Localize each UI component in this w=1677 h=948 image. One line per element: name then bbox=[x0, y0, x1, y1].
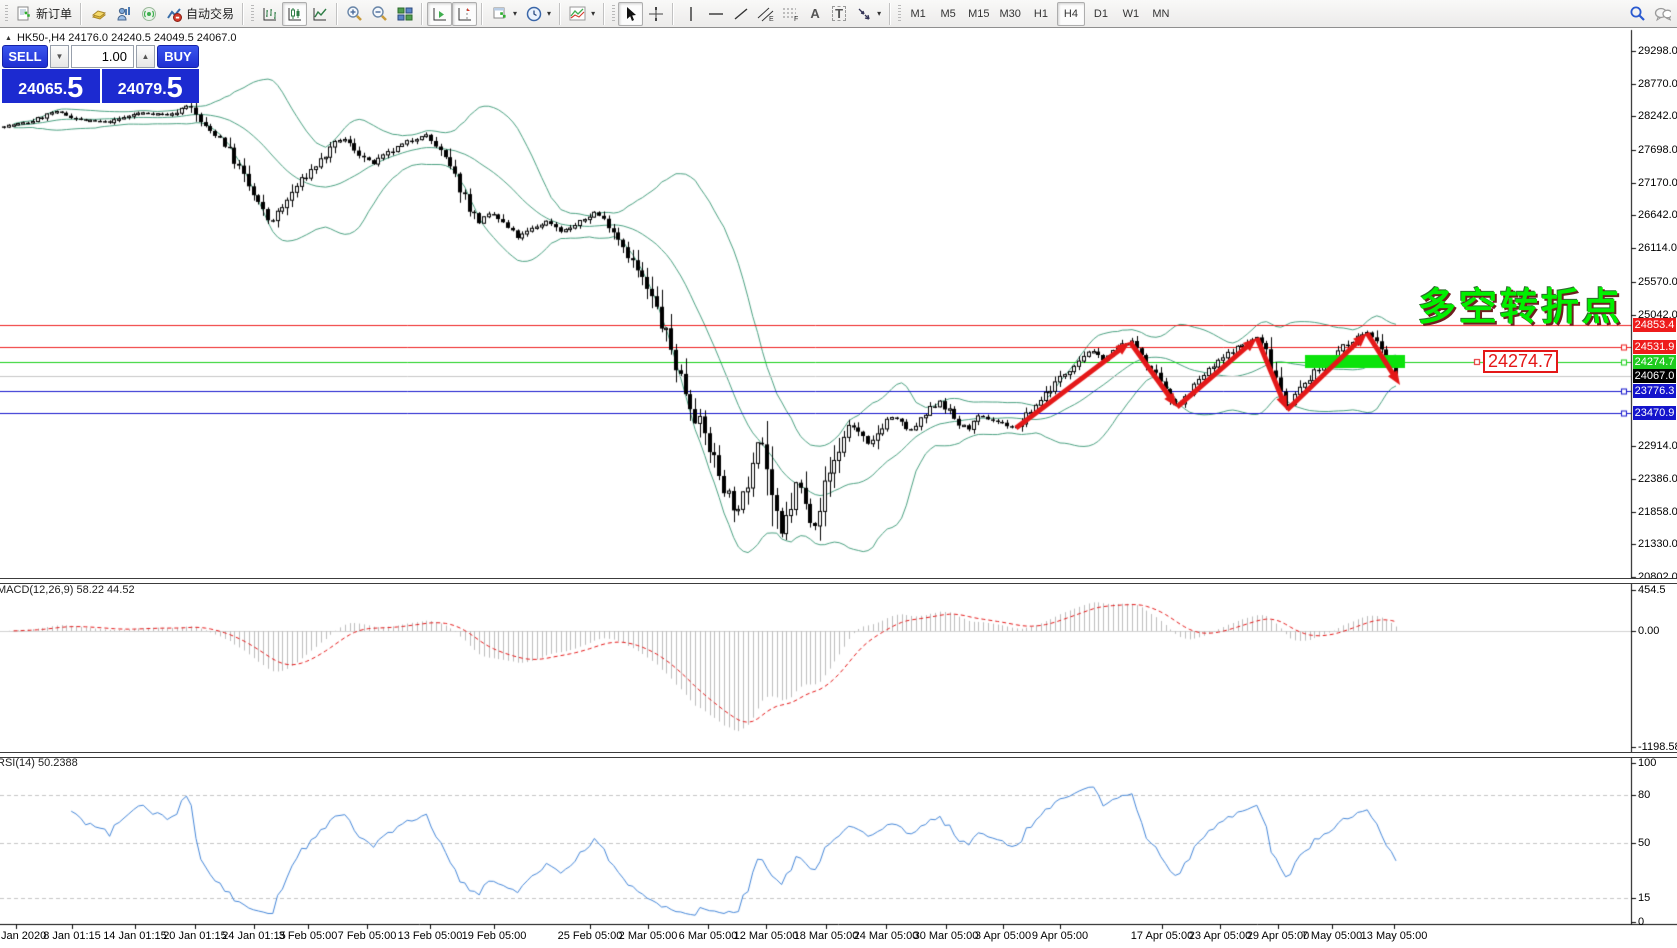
market-watch-button[interactable] bbox=[111, 2, 136, 26]
equidistant-channel-button[interactable]: E bbox=[753, 2, 778, 26]
candlestick-chart-icon bbox=[286, 5, 303, 22]
indicators-button[interactable]: ▾ bbox=[565, 2, 599, 26]
timeframe-h1[interactable]: H1 bbox=[1027, 2, 1055, 26]
volume-down-button[interactable]: ▼ bbox=[50, 45, 69, 68]
autotrading-icon bbox=[165, 5, 182, 22]
period-button[interactable]: ▾ bbox=[521, 2, 555, 26]
timeframe-toolbar: M1 M5 M15 M30 H1 H4 D1 W1 MN bbox=[904, 1, 1175, 26]
time-axis[interactable] bbox=[0, 925, 1677, 948]
autotrading-button[interactable]: 自动交易 bbox=[161, 2, 238, 26]
buy-button[interactable]: BUY bbox=[157, 45, 199, 68]
chevron-down-icon: ▾ bbox=[591, 9, 596, 18]
volume-up-button[interactable]: ▲ bbox=[136, 45, 155, 68]
zoom-out-icon bbox=[371, 5, 388, 22]
signals-button[interactable] bbox=[136, 2, 161, 26]
trading-platform-window: 新订单 自动交易 ▾ ▾ ▾ E F A T ▾ M1 M5 M15 M30 H… bbox=[0, 0, 1677, 948]
equidistant-channel-icon: E bbox=[757, 5, 774, 22]
signals-icon bbox=[140, 5, 157, 22]
tile-windows-button[interactable] bbox=[392, 2, 417, 26]
new-order-icon bbox=[15, 5, 32, 22]
search-button[interactable] bbox=[1625, 2, 1650, 26]
new-order-label: 新订单 bbox=[36, 7, 73, 21]
bar-chart-button[interactable] bbox=[257, 2, 282, 26]
svg-text:E: E bbox=[769, 16, 774, 22]
sell-price[interactable]: 24065. 5 bbox=[2, 69, 100, 103]
cursor-icon bbox=[622, 5, 639, 22]
text-icon: A bbox=[810, 6, 820, 21]
zoom-in-button[interactable] bbox=[342, 2, 367, 26]
zoom-out-button[interactable] bbox=[367, 2, 392, 26]
crosshair-button[interactable] bbox=[643, 2, 668, 26]
market-watch-icon bbox=[115, 5, 132, 22]
timeframe-w1[interactable]: W1 bbox=[1117, 2, 1145, 26]
new-chart-icon bbox=[491, 5, 508, 22]
timeframe-m15[interactable]: M15 bbox=[964, 2, 993, 26]
fibonacci-icon: F bbox=[782, 5, 799, 22]
trendline-icon bbox=[732, 5, 749, 22]
chat-icon bbox=[1654, 5, 1671, 22]
sell-price-frac: 5 bbox=[67, 72, 84, 104]
chart-canvas[interactable] bbox=[0, 0, 1677, 948]
buy-price-int: 24079 bbox=[117, 81, 163, 98]
timeframe-m30[interactable]: M30 bbox=[996, 2, 1025, 26]
cursor-button[interactable] bbox=[618, 1, 644, 26]
chevron-down-icon: ▾ bbox=[877, 9, 882, 18]
svg-text:F: F bbox=[794, 16, 798, 22]
vertical-line-icon bbox=[682, 5, 699, 22]
timeframe-d1[interactable]: D1 bbox=[1087, 2, 1115, 26]
chevron-down-icon: ▾ bbox=[513, 9, 518, 18]
line-chart-icon bbox=[311, 5, 328, 22]
timeframe-mn[interactable]: MN bbox=[1147, 2, 1175, 26]
sell-price-int: 24065 bbox=[18, 81, 63, 98]
search-icon bbox=[1629, 5, 1646, 22]
toolbar-grip[interactable] bbox=[5, 4, 8, 23]
arrow-tools-icon bbox=[855, 5, 872, 22]
candlestick-chart-button[interactable] bbox=[282, 1, 308, 26]
autotrading-label: 自动交易 bbox=[186, 7, 235, 21]
zoom-in-icon bbox=[346, 5, 363, 22]
pane-separator-rsi[interactable] bbox=[0, 752, 1677, 758]
volume-input[interactable]: 1.00 bbox=[71, 45, 134, 68]
one-click-trading-panel: SELL ▼ 1.00 ▲ BUY 24065. 5 24079. 5 bbox=[2, 45, 199, 103]
horizontal-line-icon bbox=[707, 5, 724, 22]
auto-scroll-button[interactable] bbox=[427, 1, 453, 26]
crosshair-icon bbox=[647, 5, 664, 22]
trendline-button[interactable] bbox=[728, 2, 753, 26]
price-axis[interactable] bbox=[1631, 30, 1677, 924]
line-chart-button[interactable] bbox=[307, 2, 332, 26]
text-button[interactable]: A bbox=[803, 2, 827, 26]
toolbar: 新订单 自动交易 ▾ ▾ ▾ E F A T ▾ M1 M5 M15 M30 H… bbox=[0, 0, 1677, 28]
auto-scroll-icon bbox=[431, 5, 448, 22]
timeframe-h4[interactable]: H4 bbox=[1056, 1, 1085, 26]
profile-button[interactable] bbox=[86, 2, 111, 26]
text-label-icon: T bbox=[832, 6, 847, 21]
vertical-line-button[interactable] bbox=[678, 2, 703, 26]
new-chart-button[interactable]: ▾ bbox=[487, 2, 521, 26]
tile-windows-icon bbox=[396, 5, 413, 22]
pane-separator-macd[interactable] bbox=[0, 578, 1677, 584]
chevron-down-icon: ▾ bbox=[547, 9, 552, 18]
chart-shift-icon bbox=[456, 5, 473, 22]
text-label-button[interactable]: T bbox=[827, 2, 851, 26]
toolbar-grip[interactable] bbox=[612, 4, 616, 23]
horizontal-line-button[interactable] bbox=[703, 2, 728, 26]
timeframe-m1[interactable]: M1 bbox=[904, 2, 932, 26]
buy-price[interactable]: 24079. 5 bbox=[101, 69, 199, 104]
bar-chart-icon bbox=[261, 5, 278, 22]
toolbar-grip[interactable] bbox=[251, 4, 255, 23]
chat-button[interactable] bbox=[1650, 2, 1675, 26]
toolbar-grip[interactable] bbox=[898, 4, 902, 23]
chart-shift-button[interactable] bbox=[452, 1, 478, 26]
sell-button[interactable]: SELL bbox=[2, 45, 48, 68]
period-clock-icon bbox=[525, 5, 542, 22]
new-order-button[interactable]: 新订单 bbox=[11, 2, 76, 26]
ledger-icon bbox=[90, 5, 107, 22]
arrow-tools-button[interactable]: ▾ bbox=[851, 2, 885, 26]
buy-price-frac: 5 bbox=[166, 72, 183, 104]
timeframe-m5[interactable]: M5 bbox=[934, 2, 962, 26]
fibonacci-button[interactable]: F bbox=[778, 2, 803, 26]
indicators-icon bbox=[569, 5, 586, 22]
